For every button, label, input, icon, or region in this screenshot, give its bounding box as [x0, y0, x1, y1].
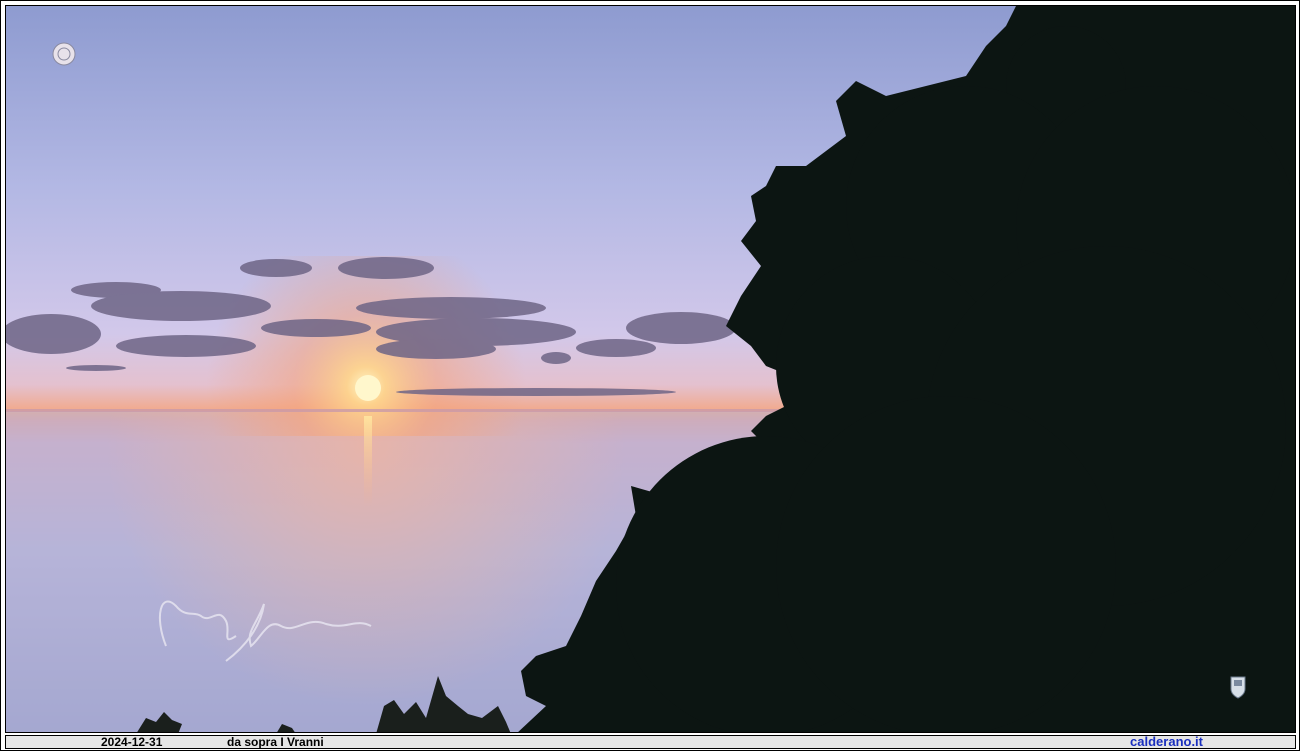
site-link[interactable]: calderano.it [1130, 735, 1203, 748]
caption-bar: 2024-12-31 da sopra I Vranni calderano.i… [5, 735, 1296, 749]
crest-icon [1230, 676, 1246, 699]
seal-emblem [52, 42, 76, 66]
sun [355, 375, 381, 401]
photo-frame: 2024-12-31 da sopra I Vranni calderano.i… [0, 0, 1300, 751]
photo-place: da sopra I Vranni [227, 735, 324, 749]
sunset-photo [5, 5, 1296, 733]
photo-date: 2024-12-31 [101, 735, 163, 749]
sunset-scene [6, 6, 1295, 732]
